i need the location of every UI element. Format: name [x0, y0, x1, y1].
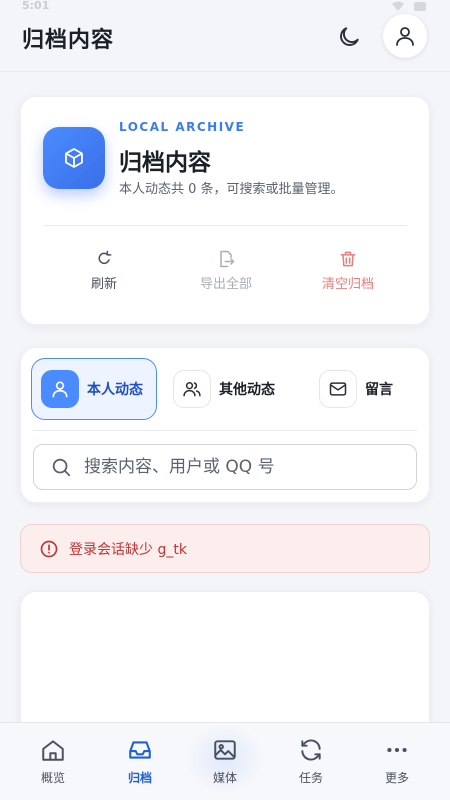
- filter-card: 本人动态 其他动态 留言: [20, 347, 430, 503]
- refresh-label: 刷新: [90, 277, 117, 292]
- users-icon: [183, 382, 201, 397]
- mail-icon: [329, 382, 347, 396]
- error-banner: 登录会话缺少 g_tk: [20, 524, 430, 573]
- cube-icon: [65, 148, 83, 168]
- tab-label: 其他动态: [219, 382, 275, 398]
- refresh-button[interactable]: 刷新: [49, 249, 159, 292]
- page-title: 归档内容: [22, 28, 115, 53]
- export-icon: [220, 250, 235, 268]
- archive-summary-card: LOCAL ARCHIVE 归档内容 本人动态共 0 条，可搜索或批量管理。 刷…: [20, 96, 430, 325]
- tab-label: 留言: [365, 382, 393, 398]
- tab-messages[interactable]: 留言: [319, 358, 419, 420]
- tab-self-icon-wrap: [41, 370, 79, 408]
- nav-tasks[interactable]: 任务: [281, 737, 341, 786]
- inbox-icon: [129, 741, 151, 759]
- nav-more[interactable]: 更多: [367, 737, 427, 786]
- archive-title: 归档内容: [119, 150, 211, 176]
- home-icon: [42, 740, 64, 761]
- error-message: 登录会话缺少 g_tk: [69, 541, 187, 558]
- clear-archive-button[interactable]: 清空归档: [293, 249, 403, 292]
- image-icon: [214, 740, 236, 760]
- tab-msg-icon-wrap: [319, 370, 357, 408]
- clear-label: 清空归档: [321, 277, 374, 292]
- archive-description: 本人动态共 0 条，可搜索或批量管理。: [119, 182, 344, 197]
- search-icon: [52, 458, 71, 477]
- tab-other-posts[interactable]: 其他动态: [173, 358, 303, 420]
- app-root: 5:01 归档内容 LOCAL ARCHIVE 归档内容 本人动态共 0 条，可…: [0, 0, 450, 800]
- user-icon: [52, 381, 68, 398]
- tab-other-icon-wrap: [173, 370, 211, 408]
- tab-self-posts[interactable]: 本人动态: [31, 358, 157, 420]
- nav-overview[interactable]: 概览: [23, 737, 83, 786]
- nav-label: 概览: [40, 771, 65, 785]
- export-label: 导出全部: [199, 277, 252, 292]
- nav-label: 媒体: [212, 771, 237, 785]
- bottom-nav: 概览 归档 媒体 任务 更多: [0, 722, 450, 800]
- archive-badge: [43, 127, 105, 189]
- refresh-icon: [98, 250, 112, 265]
- more-icon: [387, 747, 407, 753]
- nav-label: 归档: [127, 771, 152, 785]
- user-icon: [396, 27, 414, 46]
- search-input[interactable]: [84, 457, 384, 477]
- trash-icon: [340, 251, 356, 267]
- divider: [33, 430, 417, 431]
- divider: [43, 225, 407, 226]
- archive-eyebrow: LOCAL ARCHIVE: [119, 120, 246, 134]
- moon-icon[interactable]: [336, 24, 362, 50]
- profile-button[interactable]: [383, 14, 427, 58]
- sync-icon: [301, 739, 321, 761]
- search-box[interactable]: [33, 444, 417, 490]
- export-all-button[interactable]: 导出全部: [171, 249, 281, 292]
- nav-archive[interactable]: 归档: [110, 737, 170, 786]
- tab-label: 本人动态: [87, 382, 143, 398]
- nav-media[interactable]: 媒体: [185, 723, 265, 795]
- alert-circle-icon: [40, 540, 58, 557]
- nav-label: 任务: [298, 771, 323, 785]
- nav-label: 更多: [384, 771, 409, 785]
- top-app-bar: 归档内容: [0, 0, 450, 72]
